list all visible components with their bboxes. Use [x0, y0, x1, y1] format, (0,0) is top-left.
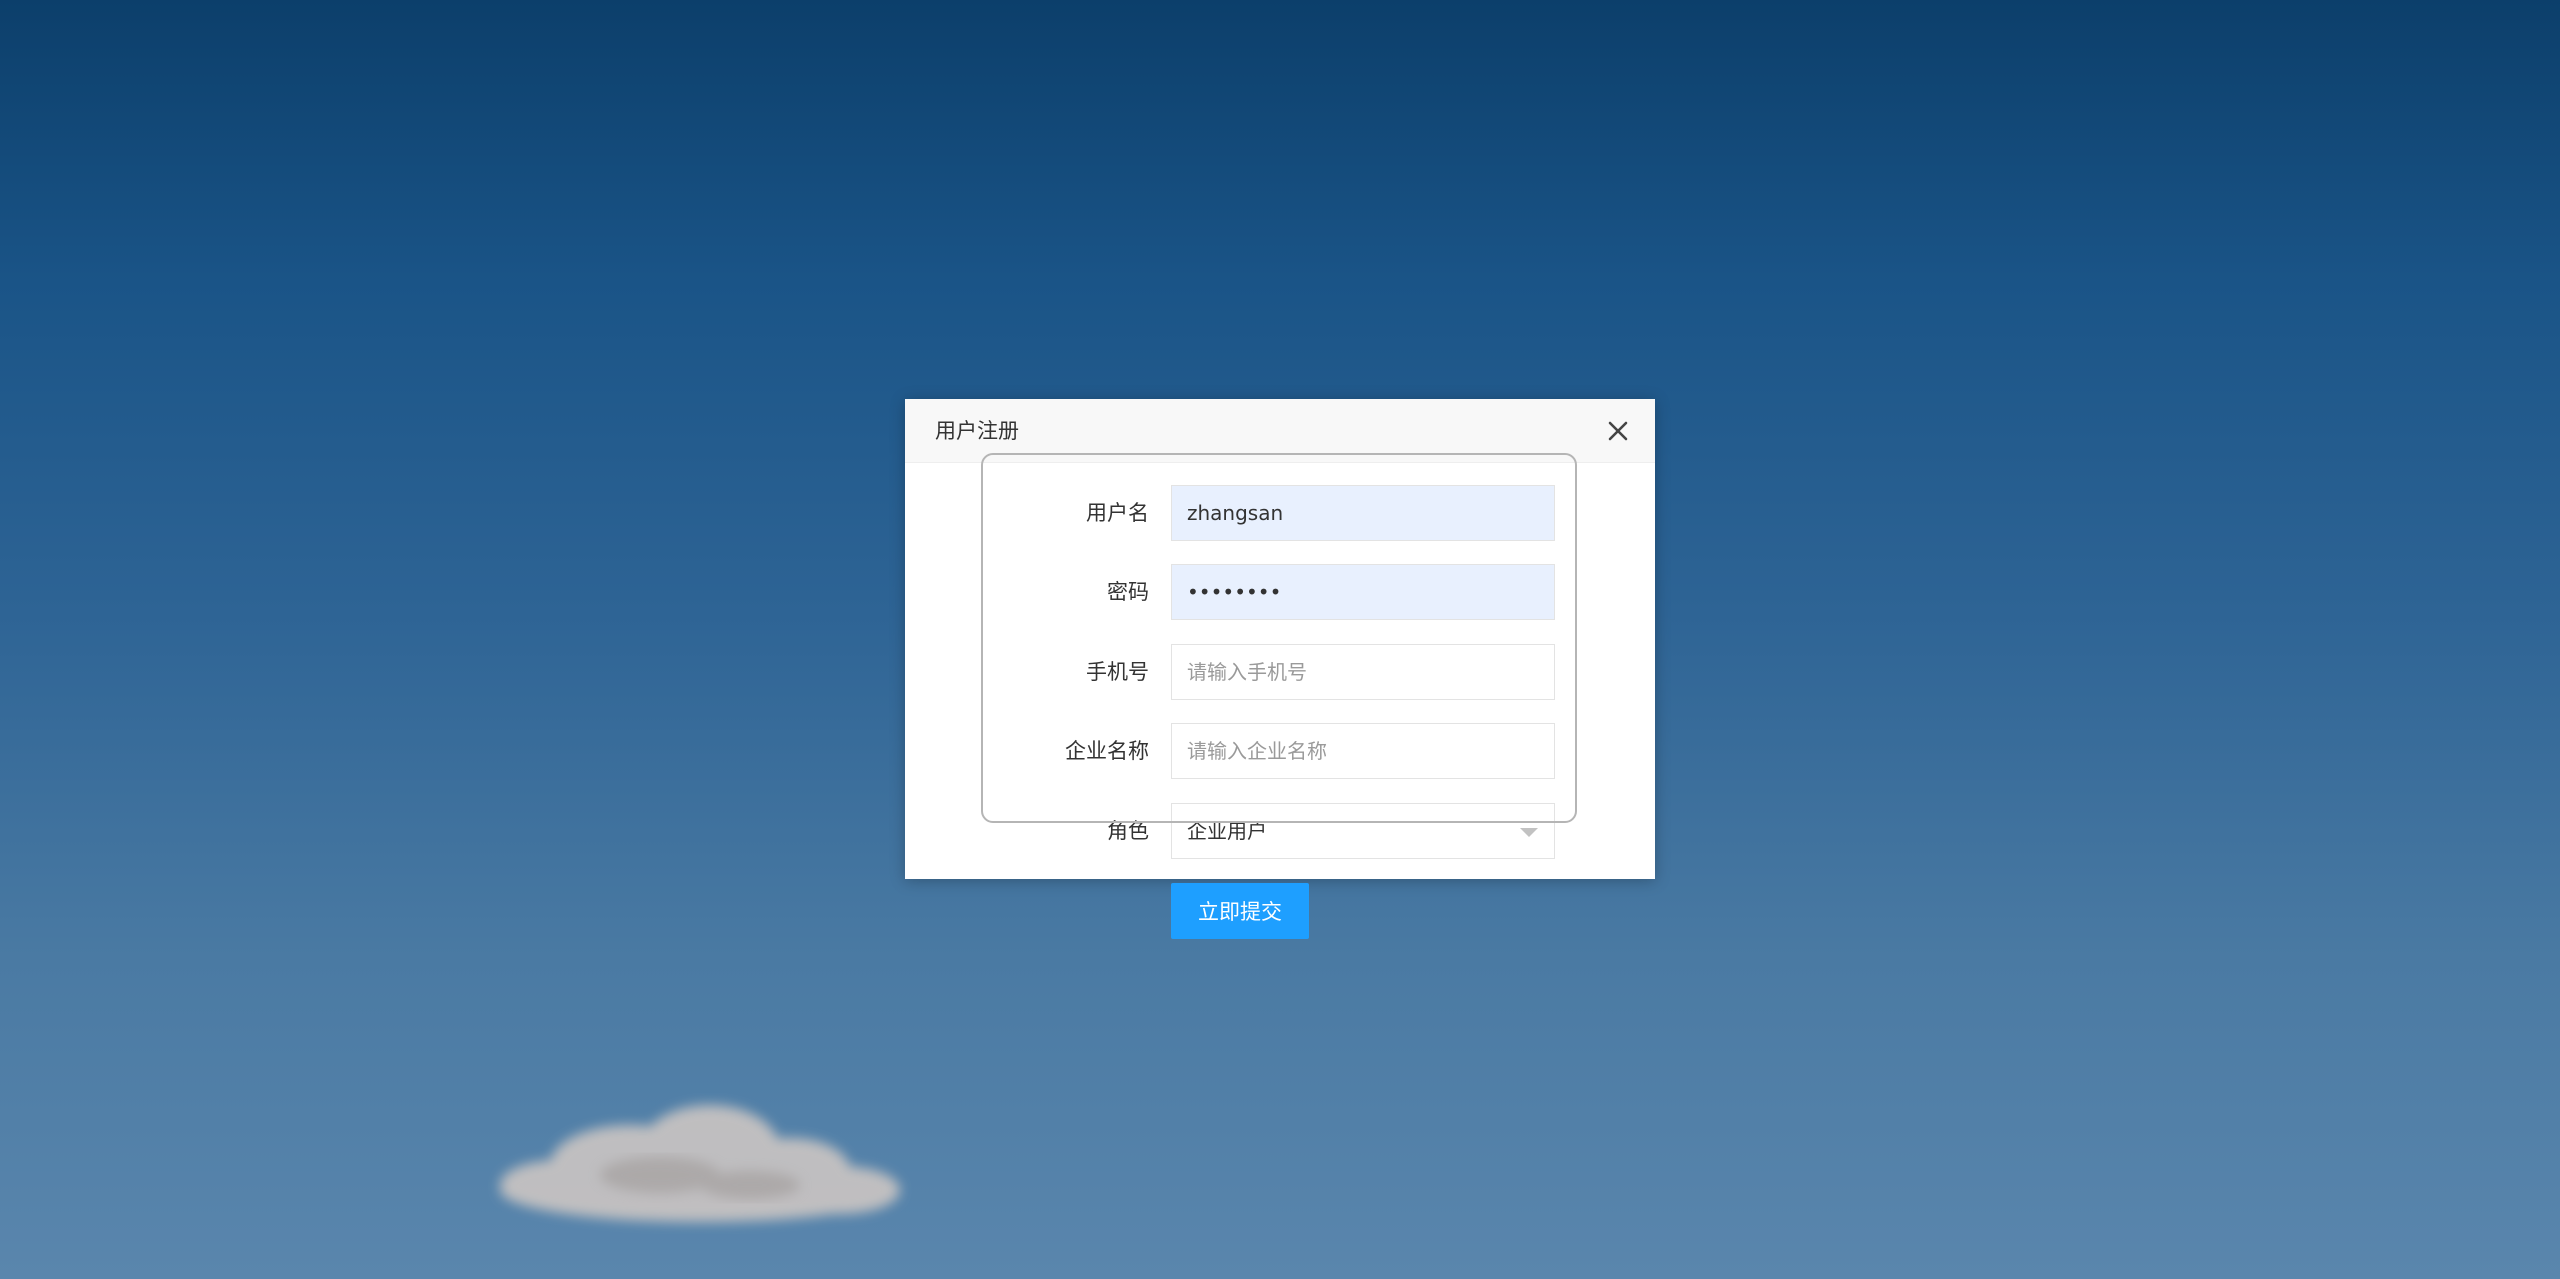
phone-input[interactable]	[1171, 644, 1555, 700]
phone-label: 手机号	[1086, 660, 1149, 684]
username-input[interactable]	[1171, 485, 1555, 541]
submit-button[interactable]: 立即提交	[1171, 883, 1309, 939]
username-label: 用户名	[1086, 501, 1149, 525]
chevron-down-icon	[1520, 828, 1538, 837]
cloud-decoration	[500, 1105, 900, 1222]
form-row-role: 角色 企业用户	[1000, 802, 1560, 860]
form-row-password: 密码	[1000, 563, 1560, 621]
role-select-value: 企业用户	[1187, 819, 1267, 843]
role-select[interactable]: 企业用户	[1171, 803, 1555, 859]
dialog-header: 用户注册	[905, 399, 1655, 463]
role-label: 角色	[1107, 819, 1149, 843]
desktop-background: 用户注册 用户名 密码 手机号 企业名称 角色 企业用户 立即提交	[0, 0, 2560, 1279]
form-row-username: 用户名	[1000, 484, 1560, 542]
company-input[interactable]	[1171, 723, 1555, 779]
form-row-company: 企业名称	[1000, 722, 1560, 780]
form-row-phone: 手机号	[1000, 643, 1560, 701]
password-input[interactable]	[1171, 564, 1555, 620]
password-label: 密码	[1107, 580, 1149, 604]
company-label: 企业名称	[1065, 739, 1149, 763]
close-icon[interactable]	[1604, 417, 1632, 445]
dialog-title: 用户注册	[935, 419, 1019, 443]
